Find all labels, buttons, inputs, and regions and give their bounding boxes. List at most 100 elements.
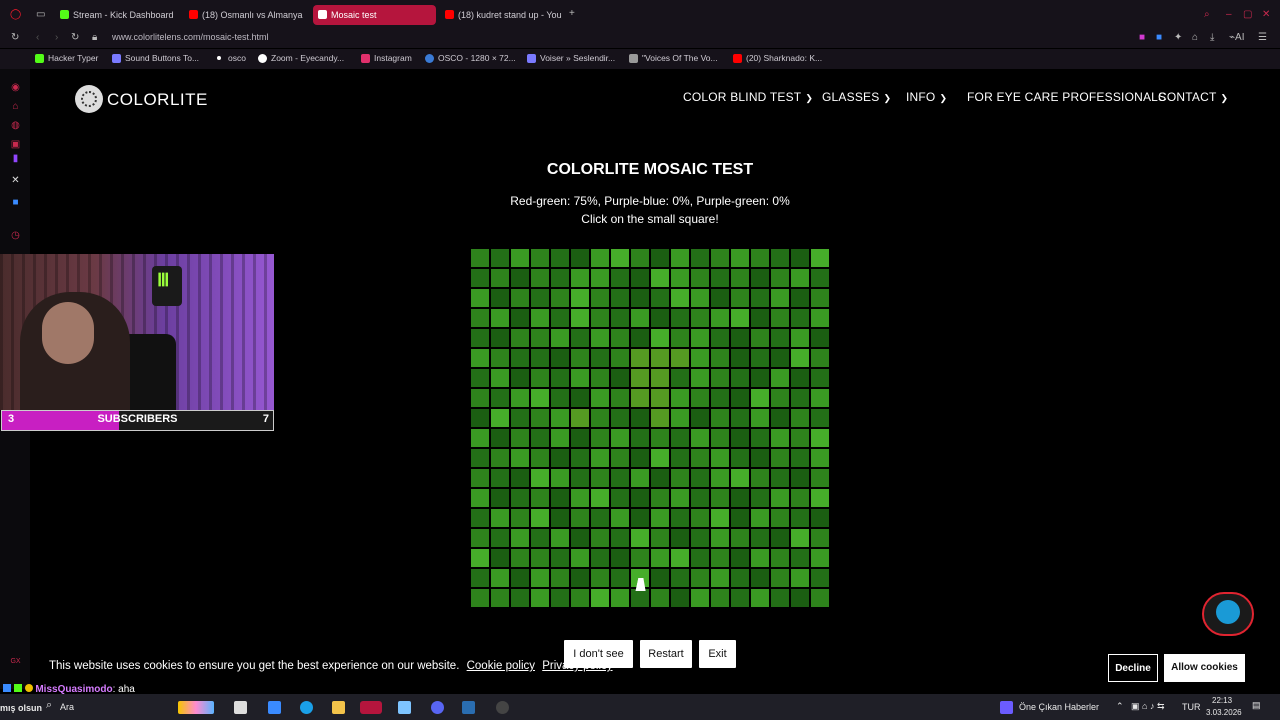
url-field[interactable]: www.colorlitelens.com/mosaic-test.html xyxy=(112,32,269,42)
mosaic-cell[interactable] xyxy=(571,589,589,607)
tab-youtube-1[interactable]: (18) Osmanlı vs Almanya xyxy=(184,5,309,25)
mosaic-cell[interactable] xyxy=(691,389,709,407)
news-widget[interactable]: Öne Çıkan Haberler xyxy=(1019,702,1099,712)
mosaic-cell[interactable] xyxy=(471,309,489,327)
mosaic-cell[interactable] xyxy=(811,589,829,607)
mosaic-cell[interactable] xyxy=(691,249,709,267)
close-icon[interactable]: ✕ xyxy=(1262,9,1270,21)
menu-icon[interactable]: ☰ xyxy=(1258,32,1267,44)
mosaic-cell[interactable] xyxy=(491,269,509,287)
mosaic-cell[interactable] xyxy=(491,529,509,547)
mosaic-cell[interactable] xyxy=(571,469,589,487)
mosaic-cell[interactable] xyxy=(671,249,689,267)
mosaic-cell[interactable] xyxy=(591,469,609,487)
mosaic-cell[interactable] xyxy=(571,409,589,427)
mosaic-cell[interactable] xyxy=(791,389,809,407)
bookmark-voiser[interactable]: Voiser » Seslendir... xyxy=(527,53,615,63)
mosaic-cell[interactable] xyxy=(591,509,609,527)
notification-icon[interactable]: ▤ xyxy=(1252,700,1261,711)
mosaic-cell[interactable] xyxy=(511,389,529,407)
mosaic-cell[interactable] xyxy=(631,529,649,547)
mosaic-cell[interactable] xyxy=(611,449,629,467)
mosaic-cell[interactable] xyxy=(791,289,809,307)
mosaic-cell[interactable] xyxy=(811,309,829,327)
mosaic-cell[interactable] xyxy=(691,489,709,507)
mosaic-cell[interactable] xyxy=(731,569,749,587)
mosaic-cell[interactable] xyxy=(651,429,669,447)
mosaic-cell[interactable] xyxy=(651,329,669,347)
mosaic-cell[interactable] xyxy=(751,389,769,407)
mosaic-cell[interactable] xyxy=(571,509,589,527)
mosaic-cell[interactable] xyxy=(711,269,729,287)
mosaic-cell[interactable] xyxy=(491,369,509,387)
mosaic-cell[interactable] xyxy=(811,249,829,267)
mosaic-cell[interactable] xyxy=(611,429,629,447)
maximize-icon[interactable]: ▢ xyxy=(1243,9,1252,21)
bookmark-osco-1280[interactable]: OSCO - 1280 × 72... xyxy=(425,53,516,63)
mosaic-cell[interactable] xyxy=(771,569,789,587)
language-indicator[interactable]: TUR xyxy=(1182,702,1201,712)
mosaic-cell[interactable] xyxy=(631,409,649,427)
mosaic-cell[interactable] xyxy=(631,489,649,507)
mosaic-cell[interactable] xyxy=(591,529,609,547)
mosaic-cell[interactable] xyxy=(651,569,669,587)
mosaic-cell[interactable] xyxy=(631,429,649,447)
nav-contact[interactable]: CONTACT ❯ xyxy=(1158,90,1228,104)
mosaic-cell[interactable] xyxy=(591,489,609,507)
mosaic-cell[interactable] xyxy=(571,329,589,347)
mosaic-cell[interactable] xyxy=(671,569,689,587)
mosaic-cell[interactable] xyxy=(771,429,789,447)
exit-button[interactable]: Exit xyxy=(699,640,736,668)
mosaic-cell[interactable] xyxy=(711,349,729,367)
mosaic-cell[interactable] xyxy=(731,329,749,347)
history-icon[interactable]: ◷ xyxy=(10,230,21,241)
mosaic-cell[interactable] xyxy=(491,349,509,367)
mosaic-cell[interactable] xyxy=(511,409,529,427)
mosaic-cell[interactable] xyxy=(471,509,489,527)
mosaic-cell[interactable] xyxy=(791,449,809,467)
task-view-icon[interactable] xyxy=(234,701,247,714)
mosaic-cell[interactable] xyxy=(551,269,569,287)
mosaic-cell[interactable] xyxy=(611,489,629,507)
mosaic-cell[interactable] xyxy=(511,449,529,467)
mosaic-cell[interactable] xyxy=(771,269,789,287)
mosaic-cell[interactable] xyxy=(571,529,589,547)
mosaic-cell[interactable] xyxy=(671,349,689,367)
clock-time[interactable]: 22:13 xyxy=(1212,696,1232,705)
mosaic-cell[interactable] xyxy=(511,309,529,327)
mosaic-cell[interactable] xyxy=(671,289,689,307)
bookmark-voices[interactable]: "Voices Of The Vo... xyxy=(629,53,718,63)
whatsapp-icon[interactable]: ▣ xyxy=(10,139,21,150)
mosaic-cell[interactable] xyxy=(711,409,729,427)
nav-info[interactable]: INFO ❯ xyxy=(906,90,947,104)
mosaic-cell[interactable] xyxy=(651,509,669,527)
mosaic-cell[interactable] xyxy=(771,349,789,367)
mosaic-cell[interactable] xyxy=(551,469,569,487)
mosaic-cell[interactable] xyxy=(691,309,709,327)
bookmark-osco[interactable]: osco xyxy=(215,53,246,63)
mosaic-cell[interactable] xyxy=(471,329,489,347)
file-explorer-icon[interactable] xyxy=(332,701,345,714)
steam-icon[interactable] xyxy=(462,701,475,714)
extension-icon[interactable]: ■ xyxy=(1139,32,1145,44)
mosaic-cell[interactable] xyxy=(791,509,809,527)
mosaic-cell[interactable] xyxy=(771,389,789,407)
mosaic-cell[interactable] xyxy=(811,449,829,467)
mosaic-cell[interactable] xyxy=(731,469,749,487)
mosaic-cell[interactable] xyxy=(811,549,829,567)
mosaic-cell[interactable] xyxy=(531,309,549,327)
mosaic-cell[interactable] xyxy=(811,389,829,407)
mosaic-cell[interactable] xyxy=(811,469,829,487)
mosaic-cell[interactable] xyxy=(471,429,489,447)
mosaic-cell[interactable] xyxy=(551,409,569,427)
mosaic-cell[interactable] xyxy=(471,549,489,567)
mosaic-cell[interactable] xyxy=(771,489,789,507)
x-icon[interactable]: ✕ xyxy=(10,175,21,186)
cookie-policy-link[interactable]: Cookie policy xyxy=(467,660,535,672)
mosaic-cell[interactable] xyxy=(771,289,789,307)
mosaic-cell[interactable] xyxy=(751,489,769,507)
mosaic-cell[interactable] xyxy=(471,249,489,267)
mosaic-cell[interactable] xyxy=(811,329,829,347)
mosaic-cell[interactable] xyxy=(791,429,809,447)
mosaic-cell[interactable] xyxy=(591,249,609,267)
